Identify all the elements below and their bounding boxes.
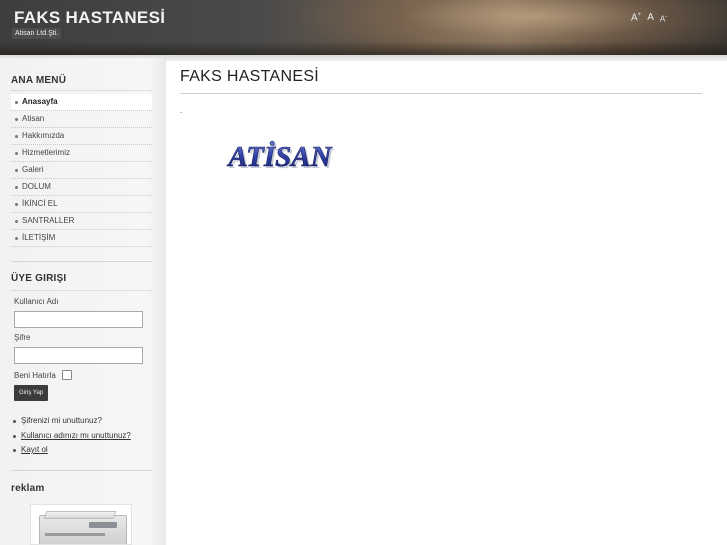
atisan-logo: ATİSAN ATİSAN <box>226 140 335 172</box>
forgot-password-link[interactable]: Şifrenizi mi unuttunuz? <box>11 416 131 431</box>
username-label: Kullanıcı Adı <box>14 297 59 306</box>
main-menu: Anasayfa Atisan Hakkımızda Hizmetlerimiz… <box>11 94 152 247</box>
site-title[interactable]: FAKS HASTANESİ <box>14 8 165 28</box>
login-links: Şifrenizi mi unuttunuz? Kullanıcı adınız… <box>11 416 131 460</box>
body-text: . <box>180 106 183 115</box>
printer-icon <box>39 515 127 544</box>
remember-checkbox[interactable] <box>62 370 72 380</box>
login-title-divider <box>11 290 152 291</box>
login-title: ÜYE GIRIŞI <box>11 273 67 284</box>
font-decrease-button[interactable]: A- <box>660 14 667 24</box>
forgot-username-link[interactable]: Kullanıcı adınızı mı unuttunuz? <box>11 431 131 446</box>
menu-item-iletisim[interactable]: İLETİŞİM <box>11 230 152 247</box>
remember-label: Beni Hatırla <box>14 371 56 380</box>
font-increase-button[interactable]: A+ <box>631 12 641 23</box>
username-input[interactable] <box>14 311 143 328</box>
font-reset-button[interactable]: A <box>647 12 654 23</box>
ad-image[interactable] <box>30 504 132 545</box>
header-ground-shade <box>0 41 727 55</box>
printer-control-panel <box>89 522 117 528</box>
menu-item-galeri[interactable]: Galeri <box>11 162 152 179</box>
forgot-password-text[interactable]: Şifrenizi mi unuttunuz? <box>21 416 102 425</box>
printer-paper-slot <box>45 533 105 536</box>
font-resizer: A+ A A- <box>631 12 667 23</box>
title-divider <box>180 93 702 94</box>
register-text[interactable]: Kayıt ol <box>21 445 48 454</box>
module-divider-2 <box>11 470 152 471</box>
password-label: Şifre <box>14 333 31 342</box>
site-tagline: Atisan Ltd.Şti. <box>12 28 62 39</box>
font-decrease-suffix: - <box>665 13 668 20</box>
page-title: FAKS HASTANESİ <box>180 68 320 85</box>
main-menu-title: ANA MENÜ <box>11 75 67 86</box>
forgot-username-text[interactable]: Kullanıcı adınızı mı unuttunuz? <box>21 431 131 440</box>
register-link[interactable]: Kayıt ol <box>11 445 131 460</box>
menu-divider <box>11 90 152 91</box>
login-button[interactable]: Giriş Yap <box>14 385 49 401</box>
menu-item-dolum[interactable]: DOLUM <box>11 179 152 196</box>
logo-text: ATİSAN <box>226 140 332 172</box>
site-header: FAKS HASTANESİ Atisan Ltd.Şti. A+ A A- <box>0 0 727 55</box>
ad-title: reklam <box>11 483 45 494</box>
menu-item-ikinci-el[interactable]: İKİNCİ EL <box>11 196 152 213</box>
printer-scanner-lid <box>43 511 117 519</box>
module-divider <box>11 261 152 262</box>
menu-item-atisan[interactable]: Atisan <box>11 111 152 128</box>
menu-item-hakkimizda[interactable]: Hakkımızda <box>11 128 152 145</box>
menu-item-hizmetlerimiz[interactable]: Hizmetlerimiz <box>11 145 152 162</box>
password-input[interactable] <box>14 347 143 364</box>
font-increase-suffix: + <box>637 12 642 18</box>
font-increase-label: A <box>631 12 638 24</box>
menu-item-santraller[interactable]: SANTRALLER <box>11 213 152 230</box>
menu-item-anasayfa[interactable]: Anasayfa <box>11 94 152 111</box>
